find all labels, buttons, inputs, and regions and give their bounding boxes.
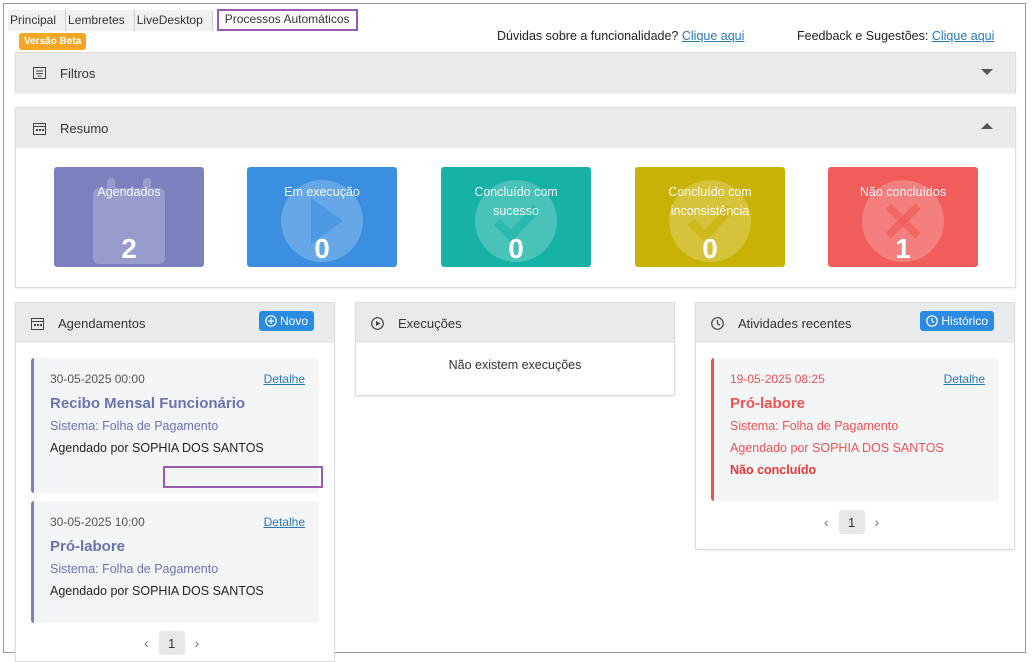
new-button-label: Novo xyxy=(279,314,308,328)
clock-icon xyxy=(926,315,939,327)
chevron-up-icon[interactable] xyxy=(981,123,993,129)
schedule-title: Recibo Mensal Funcionário xyxy=(50,395,246,412)
activity-system: Sistema: Folha de Pagamento xyxy=(730,419,899,433)
chevron-left-icon[interactable]: ‹ xyxy=(144,635,149,651)
card-label: Concluído com inconsistência xyxy=(668,185,752,218)
card-label: Concluído com sucesso xyxy=(474,185,558,218)
page-number[interactable]: 1 xyxy=(158,631,185,655)
activities-header: Atividades recentes Histórico xyxy=(696,303,1014,343)
chevron-right-icon[interactable]: › xyxy=(195,635,200,651)
summary-panel: Resumo Agendados 2 Em execução 0 Concluí… xyxy=(15,107,1016,288)
card-em-execucao[interactable]: Em execução 0 xyxy=(247,167,397,267)
summary-header[interactable]: Resumo xyxy=(16,108,1015,148)
card-value: 0 xyxy=(508,233,524,264)
detail-link[interactable]: Detalhe xyxy=(264,515,305,529)
filters-panel: Filtros xyxy=(15,52,1016,93)
highlight-box xyxy=(163,466,323,488)
card-label: Agendados xyxy=(97,185,161,199)
card-concluido-inconsistencia[interactable]: Concluído com inconsistência 0 xyxy=(635,167,785,267)
schedule-title: Pró-labore xyxy=(50,538,126,555)
plus-circle-icon xyxy=(265,315,277,327)
help-text: Dúvidas sobre a funcionalidade? Clique a… xyxy=(497,29,744,43)
beta-badge: Versão Beta xyxy=(19,33,87,50)
card-value: 2 xyxy=(121,233,137,264)
card-label: Não concluídos xyxy=(859,185,947,199)
feedback-link[interactable]: Clique aqui xyxy=(932,29,995,43)
card-value: 0 xyxy=(702,233,718,264)
tab-livedesktop[interactable]: LiveDesktop xyxy=(134,10,213,31)
card-label: Em execução xyxy=(284,185,360,199)
activity-item: 19-05-2025 08:25 Detalhe Pró-labore Sist… xyxy=(711,358,999,501)
card-concluido-sucesso[interactable]: Concluído com sucesso 0 xyxy=(441,167,591,267)
filters-title: Filtros xyxy=(60,65,96,81)
clock-icon xyxy=(710,316,724,330)
schedule-date: 30-05-2025 00:00 xyxy=(50,372,145,386)
app-frame: Principal Lembretes LiveDesktop Processo… xyxy=(3,3,1026,662)
executions-panel: Execuções Não existem execuções xyxy=(355,302,675,396)
chevron-left-icon[interactable]: ‹ xyxy=(824,514,829,530)
calendar-icon xyxy=(32,121,46,135)
card-value: 1 xyxy=(895,233,911,264)
schedule-system: Sistema: Folha de Pagamento xyxy=(50,419,219,433)
card-nao-concluidos[interactable]: Não concluídos 1 xyxy=(828,167,978,267)
filters-header[interactable]: Filtros xyxy=(16,53,1015,93)
executions-title: Execuções xyxy=(398,315,462,331)
page-number[interactable]: 1 xyxy=(838,510,865,534)
activities-panel: Atividades recentes Histórico 19-05-2025… xyxy=(695,302,1015,550)
calendar-icon xyxy=(30,316,44,330)
executions-empty-message: Não existem execuções xyxy=(448,358,582,372)
activities-title: Atividades recentes xyxy=(738,315,852,331)
tab-processos-automaticos[interactable]: Processos Automáticos xyxy=(216,9,358,31)
help-label: Dúvidas sobre a funcionalidade? xyxy=(497,29,679,43)
schedules-header: Agendamentos Novo xyxy=(16,303,334,343)
new-schedule-button[interactable]: Novo xyxy=(258,311,314,331)
history-button-label: Histórico xyxy=(941,314,988,328)
play-circle-icon xyxy=(370,316,384,330)
schedules-pagination: ‹ 1 › xyxy=(144,631,199,655)
schedules-title: Agendamentos xyxy=(58,315,146,331)
activity-author: Agendado por SOPHIA DOS SANTOS xyxy=(730,441,944,455)
schedule-author: Agendado por SOPHIA DOS SANTOS xyxy=(50,441,264,455)
executions-header: Execuções xyxy=(356,303,674,343)
card-agendados[interactable]: Agendados 2 xyxy=(54,167,204,267)
summary-title: Resumo xyxy=(60,120,109,136)
schedule-item: 30-05-2025 10:00 Detalhe Pró-labore Sist… xyxy=(31,501,319,623)
help-link[interactable]: Clique aqui xyxy=(682,29,745,43)
tab-lembretes[interactable]: Lembretes xyxy=(66,10,135,31)
chevron-down-icon[interactable] xyxy=(981,69,993,75)
chevron-right-icon[interactable]: › xyxy=(875,514,880,530)
activities-pagination: ‹ 1 › xyxy=(824,510,879,534)
schedule-author: Agendado por SOPHIA DOS SANTOS xyxy=(50,584,264,598)
activity-status: Não concluído xyxy=(730,463,817,477)
filter-icon xyxy=(32,66,46,80)
tab-bar: Principal Lembretes LiveDesktop Processo… xyxy=(8,9,358,31)
tab-principal[interactable]: Principal xyxy=(8,10,67,31)
activity-date: 19-05-2025 08:25 xyxy=(730,372,825,386)
feedback-label: Feedback e Sugestões: xyxy=(797,29,929,43)
detail-link[interactable]: Detalhe xyxy=(264,372,305,386)
schedule-date: 30-05-2025 10:00 xyxy=(50,515,145,529)
activity-title: Pró-labore xyxy=(730,395,806,412)
schedule-system: Sistema: Folha de Pagamento xyxy=(50,562,219,576)
history-button[interactable]: Histórico xyxy=(920,311,994,331)
card-value: 0 xyxy=(314,233,330,264)
detail-link[interactable]: Detalhe xyxy=(944,372,985,386)
feedback-text: Feedback e Sugestões: Clique aqui xyxy=(797,29,994,43)
